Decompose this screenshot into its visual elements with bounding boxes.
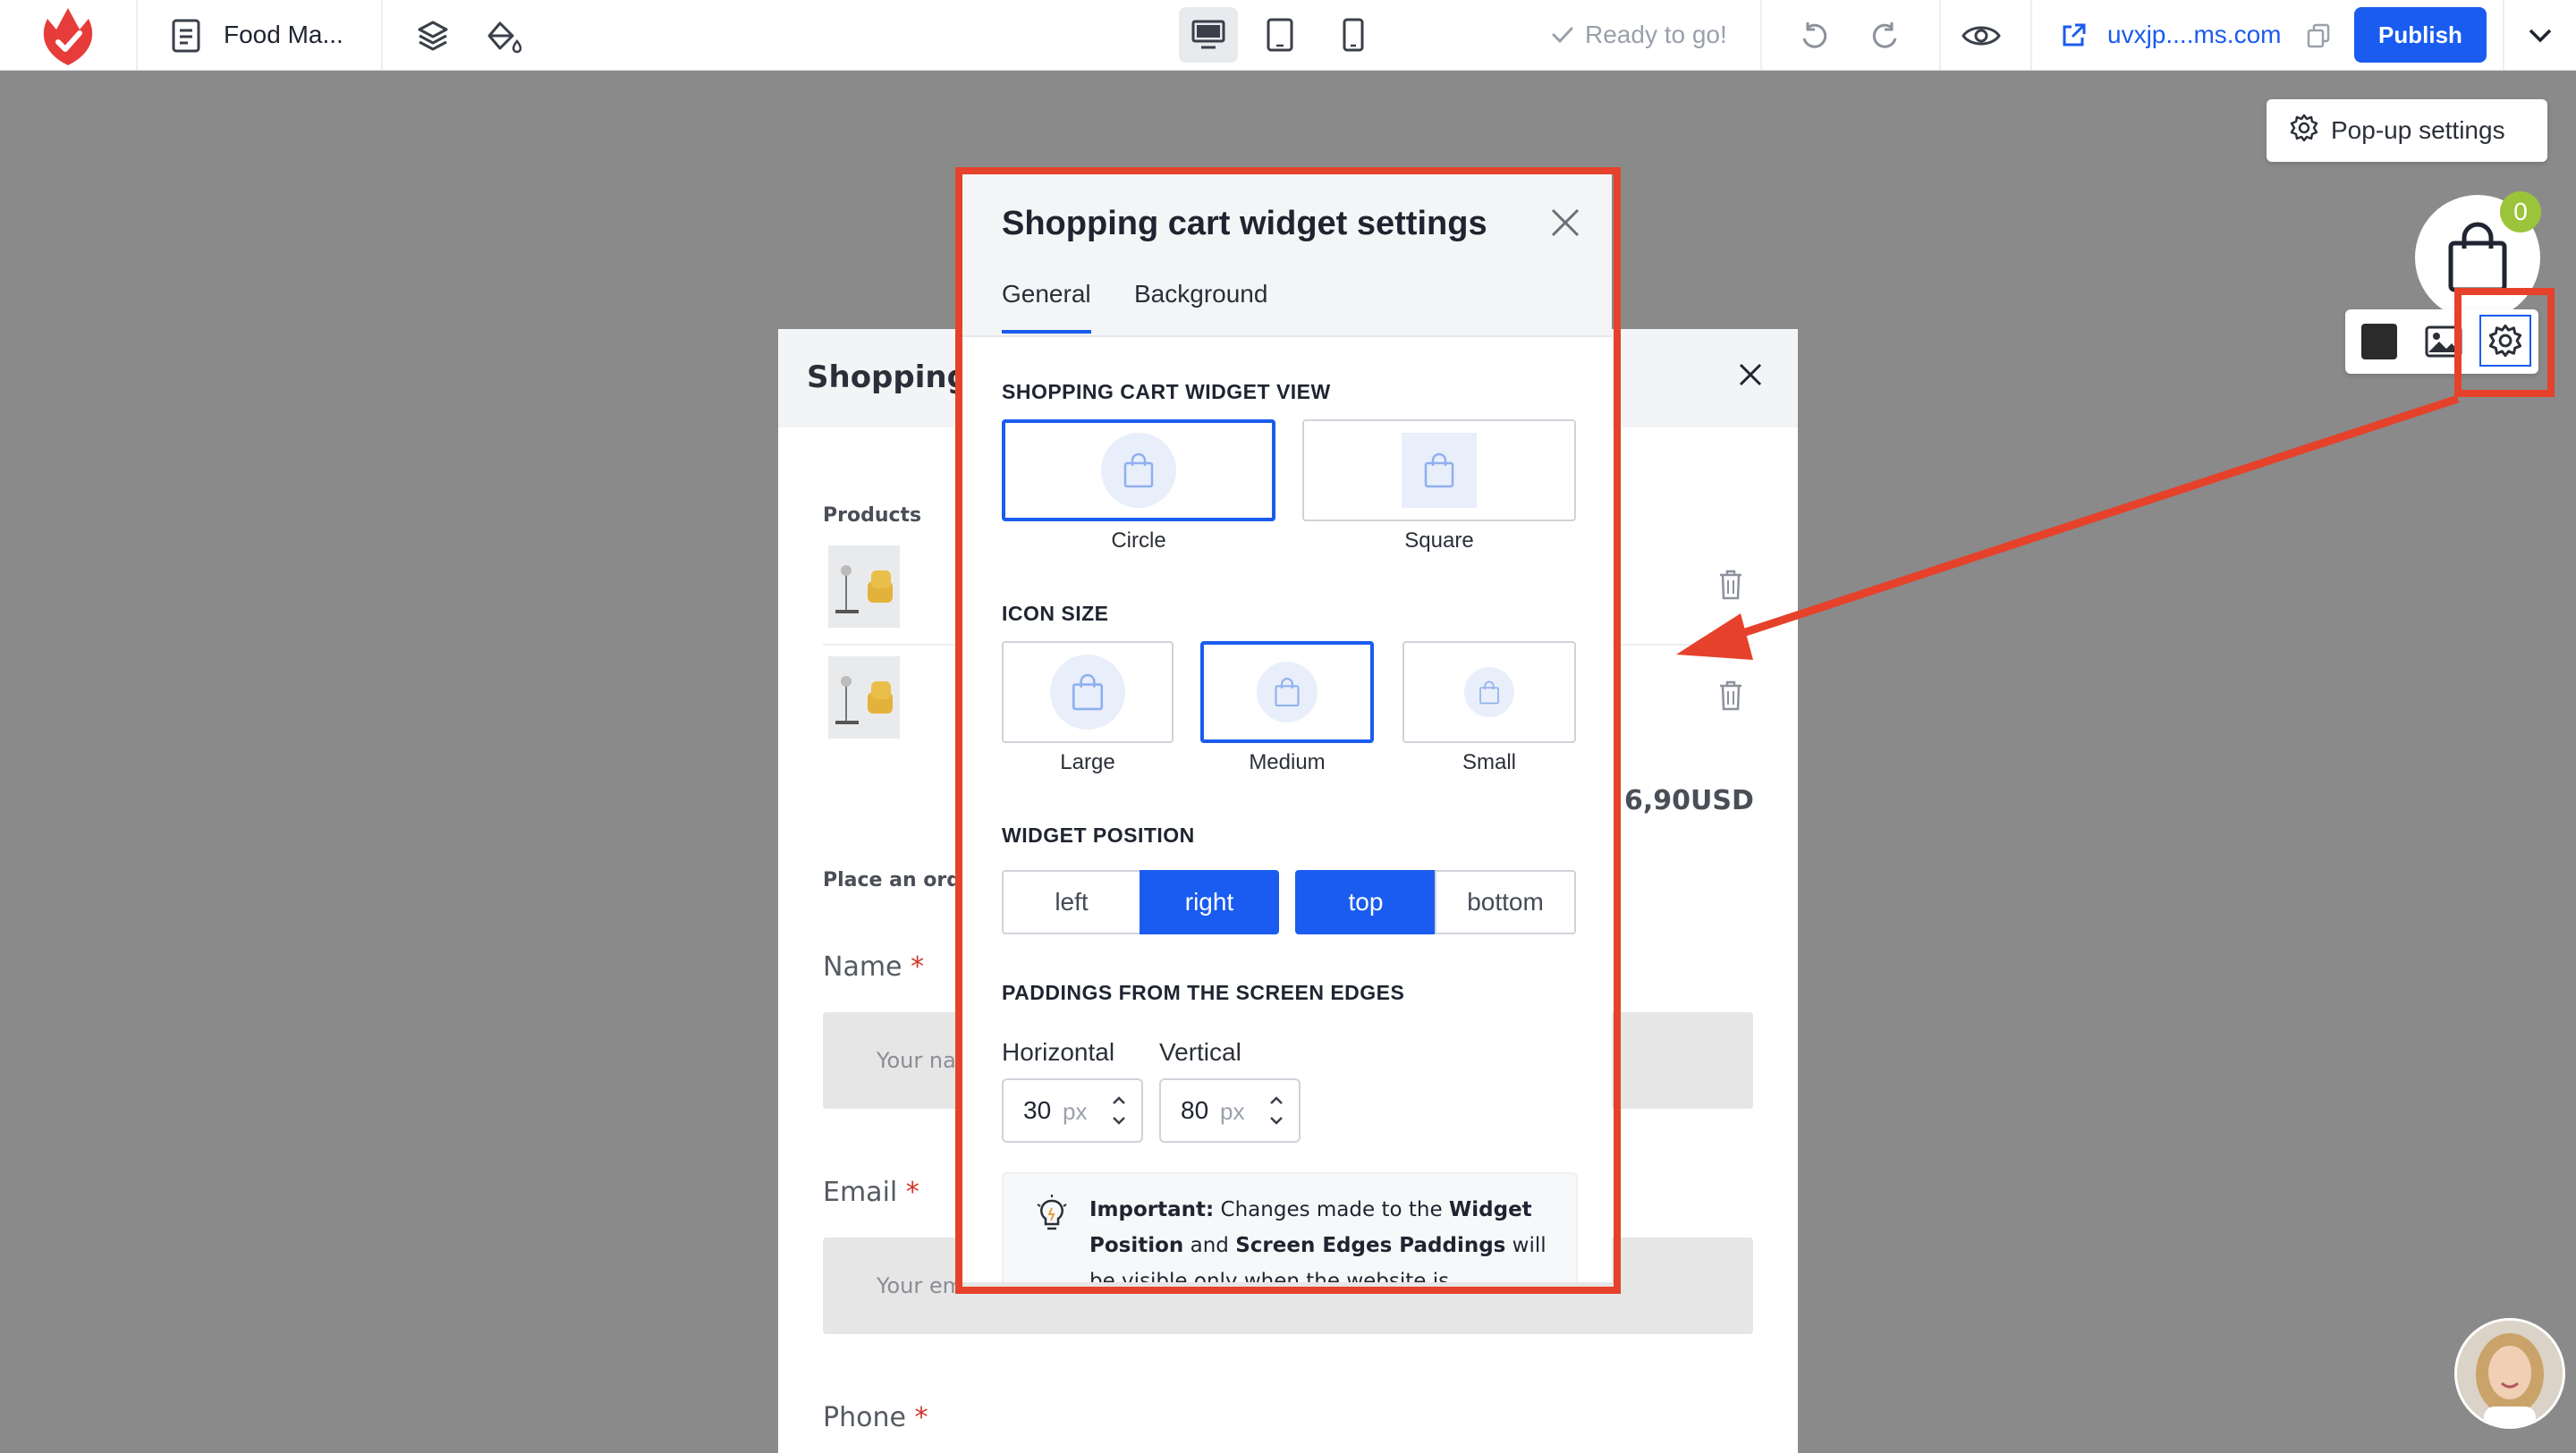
annotation-arrow bbox=[1676, 394, 2460, 660]
support-chat-avatar[interactable] bbox=[2454, 1318, 2565, 1429]
